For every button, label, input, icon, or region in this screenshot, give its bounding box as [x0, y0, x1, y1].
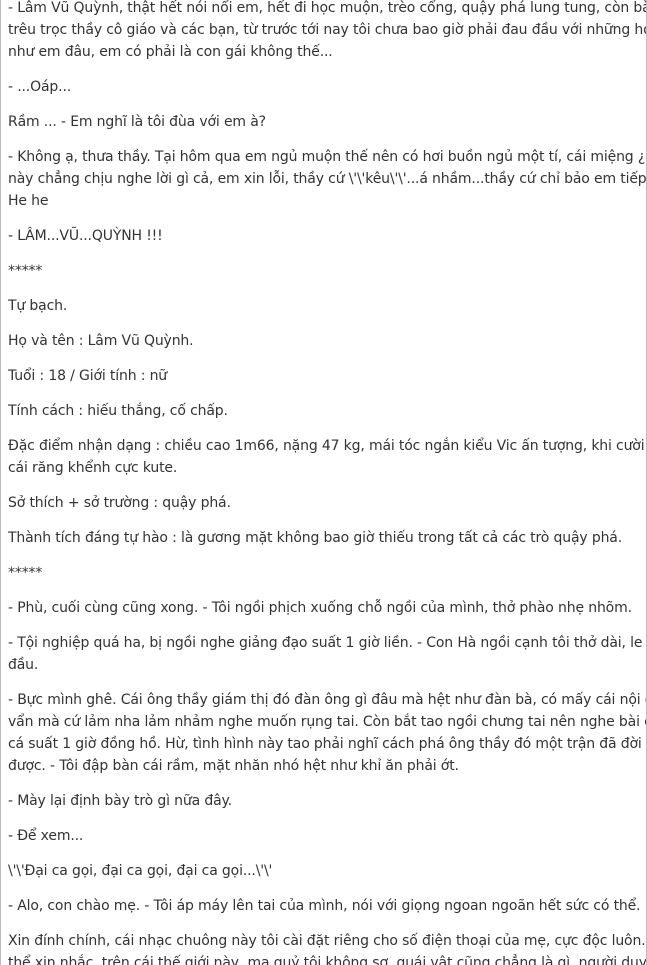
paragraph: *****: [8, 260, 637, 282]
paragraph: - Tội nghiệp quá ha, bị ngồi nghe giảng …: [8, 632, 647, 676]
text-line: - Alo, con chào mẹ. - Tôi áp máy lên tai…: [8, 898, 641, 914]
text-line: Họ và tên : Lâm Vũ Quỳnh.: [8, 333, 194, 349]
paragraph: - ...Oáp...: [8, 76, 637, 98]
paragraph: Họ và tên : Lâm Vũ Quỳnh.: [8, 330, 637, 352]
text-line: thể xin nhắc, trên cái thế giới này, ma …: [8, 955, 647, 965]
text-line: Đặc điểm nhận dạng : chiều cao 1m66, nặn…: [8, 438, 647, 454]
text-line: Rầm ... - Em nghĩ là tôi đùa với em à?: [8, 114, 266, 130]
paragraph: Tự bạch.: [8, 295, 637, 317]
text-line: này chẳng chịu nghe lời gì cả, em xin lỗ…: [8, 171, 647, 187]
paragraph: Tính cách : hiếu thắng, cố chấp.: [8, 400, 637, 422]
text-line: - Tội nghiệp quá ha, bị ngồi nghe giảng …: [8, 635, 647, 651]
paragraph: *****: [8, 562, 637, 584]
paragraph: \'\'Đại ca gọi, đại ca gọi, đại ca gọi..…: [8, 860, 637, 882]
text-line: - Để xem...: [8, 828, 84, 844]
text-line: - Bực mình ghê. Cái ông thầy giám thị đó…: [8, 692, 647, 708]
text-line: He he: [8, 193, 49, 209]
paragraph: Sở thích + sở trường : quậy phá.: [8, 492, 637, 514]
paragraph: - Bực mình ghê. Cái ông thầy giám thị đó…: [8, 689, 647, 777]
text-line: - Mày lại định bày trò gì nữa đây.: [8, 793, 232, 809]
text-line: Thành tích đáng tự hào : là gương mặt kh…: [8, 530, 623, 546]
text-line: Tuổi : 18 / Giới tính : nữ: [8, 368, 168, 384]
text-line: - ...Oáp...: [8, 79, 72, 95]
paragraph: Thành tích đáng tự hào : là gương mặt kh…: [8, 527, 637, 549]
text-line: *****: [8, 263, 43, 279]
paragraph: - Để xem...: [8, 825, 637, 847]
text-line: trêu trọc thầy cô giáo và các bạn, từ tr…: [8, 22, 647, 38]
story-text: - Lâm Vũ Quỳnh, thật hết nói nổi em, hết…: [1, 0, 646, 965]
text-line: được. - Tôi đập bàn cái rầm, mặt nhăn nh…: [8, 758, 459, 774]
paragraph: - Lâm Vũ Quỳnh, thật hết nói nổi em, hết…: [8, 0, 647, 63]
text-line: - Lâm Vũ Quỳnh, thật hết nói nổi em, hết…: [8, 0, 647, 16]
text-line: Tự bạch.: [8, 298, 68, 314]
text-line: *****: [8, 565, 43, 581]
text-line: - Không ạ, thưa thầy. Tại hôm qua em ngủ…: [8, 149, 647, 165]
text-line: vẩn mà cứ lảm nha lảm nhảm nghe muốn rụn…: [8, 714, 647, 730]
text-line: \'\'Đại ca gọi, đại ca gọi, đại ca gọi..…: [8, 863, 273, 879]
text-line: Xin đính chính, cái nhạc chuông này tôi …: [8, 933, 647, 949]
text-line: Tính cách : hiếu thắng, cố chấp.: [8, 403, 228, 419]
paragraph: Đặc điểm nhận dạng : chiều cao 1m66, nặn…: [8, 435, 647, 479]
paragraph: Rầm ... - Em nghĩ là tôi đùa với em à?: [8, 111, 637, 133]
document-viewport: - Lâm Vũ Quỳnh, thật hết nói nổi em, hết…: [0, 0, 647, 965]
text-line: - LÂM...VŨ...QUỲNH !!!: [8, 228, 163, 244]
text-line: cá suất 1 giờ đồng hồ. Hừ, tình hình này…: [8, 736, 647, 752]
text-line: Sở thích + sở trường : quậy phá.: [8, 495, 231, 511]
text-line: - Phù, cuối cùng cũng xong. - Tôi ngồi p…: [8, 600, 632, 616]
paragraph: - Alo, con chào mẹ. - Tôi áp máy lên tai…: [8, 895, 641, 917]
text-line: đầu.: [8, 657, 39, 673]
paragraph: - Phù, cuối cùng cũng xong. - Tôi ngồi p…: [8, 597, 637, 619]
paragraph: - Mày lại định bày trò gì nữa đây.: [8, 790, 637, 812]
paragraph: Xin đính chính, cái nhạc chuông này tôi …: [8, 930, 647, 965]
paragraph: - Không ạ, thưa thầy. Tại hôm qua em ngủ…: [8, 146, 647, 212]
paragraph: Tuổi : 18 / Giới tính : nữ: [8, 365, 637, 387]
text-line: như em đâu, em có phải là con gái không …: [8, 44, 333, 60]
paragraph: - LÂM...VŨ...QUỲNH !!!: [8, 225, 637, 247]
text-line: cái răng khểnh cực kute.: [8, 460, 178, 476]
